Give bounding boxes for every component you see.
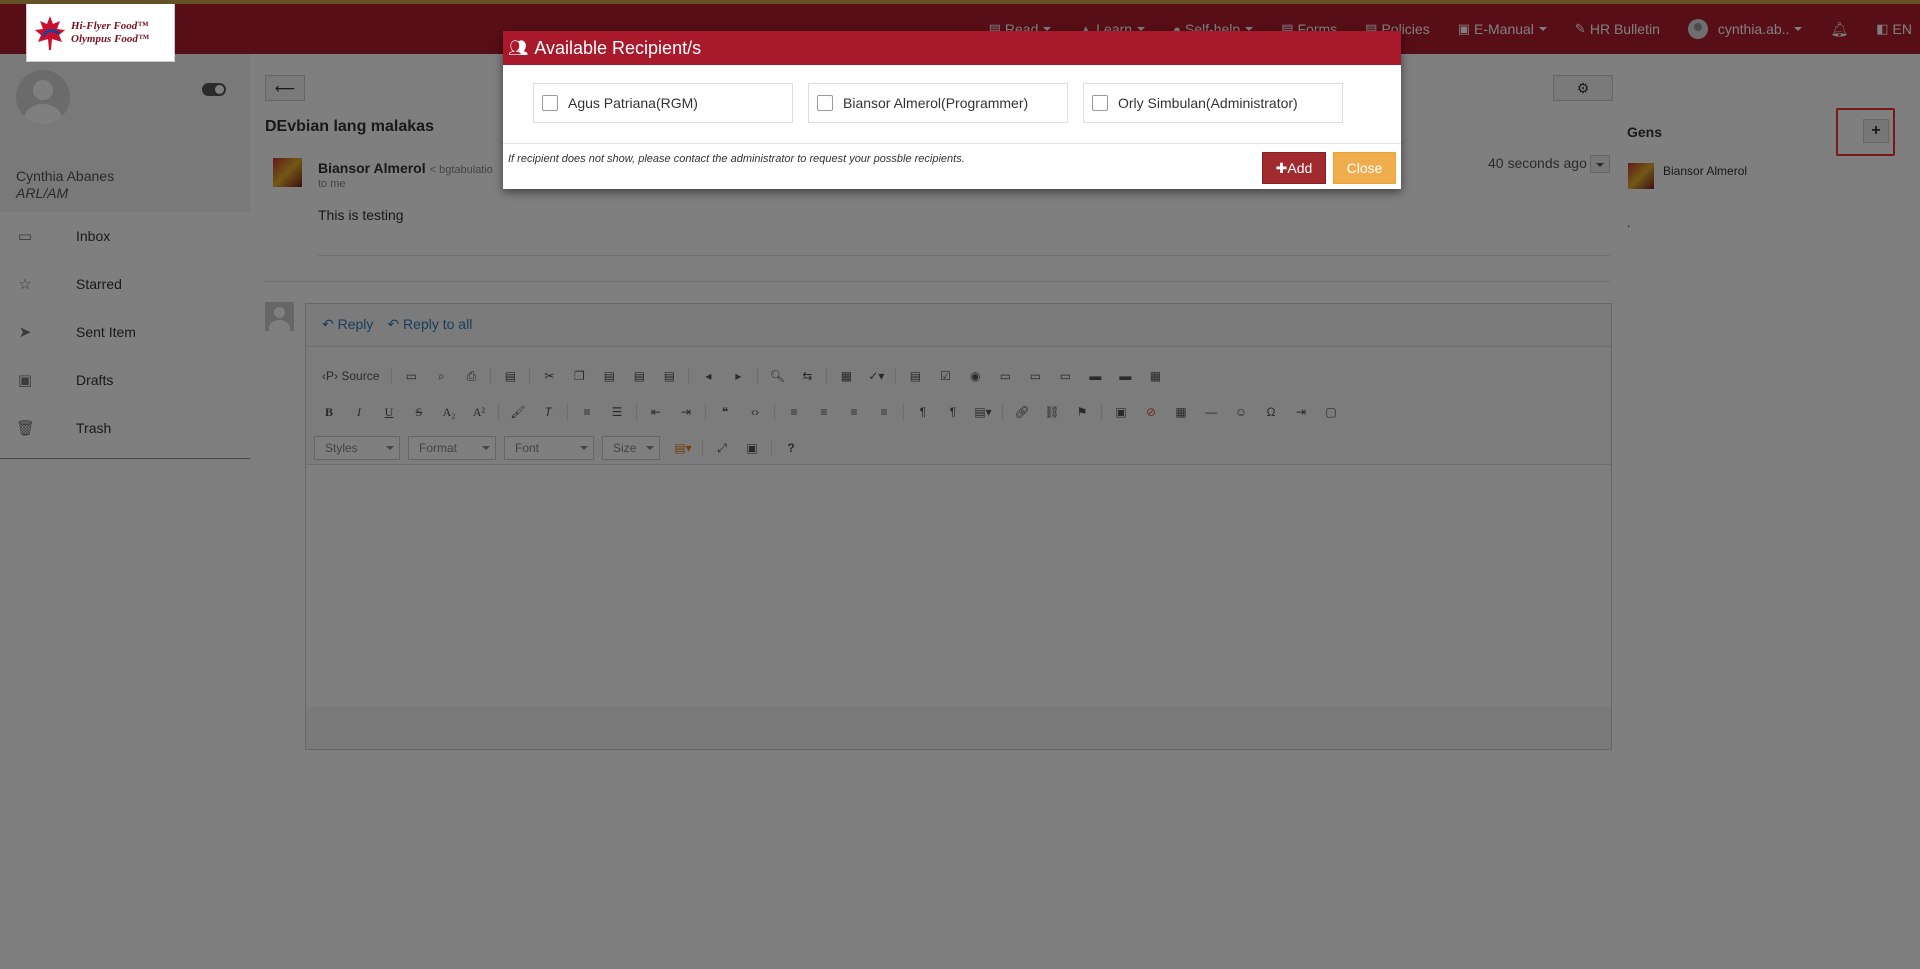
modal-header: 👥︎ Available Recipient/s — [503, 31, 1401, 65]
recipient-label: Biansor Almerol(Programmer) — [843, 95, 1029, 111]
recipient-list: Agus Patriana(RGM) Biansor Almerol(Progr… — [533, 83, 1343, 123]
brand-line-1: Hi-Flyer Food™ — [71, 19, 149, 32]
add-label: Add — [1287, 160, 1313, 176]
recipient-checkbox[interactable] — [542, 95, 558, 111]
recipients-modal: 👥︎ Available Recipient/s Agus Patriana(R… — [503, 31, 1401, 189]
brand-line-2: Olympus Food™ — [71, 32, 149, 45]
recipient-option[interactable]: Orly Simbulan(Administrator) — [1083, 83, 1343, 123]
users-icon: 👥︎ — [508, 40, 529, 57]
modal-note: If recipient does not show, please conta… — [508, 153, 965, 165]
divider — [503, 143, 1401, 144]
add-button[interactable]: ✚Add — [1262, 152, 1326, 184]
recipient-checkbox[interactable] — [817, 95, 833, 111]
recipient-option[interactable]: Agus Patriana(RGM) — [533, 83, 793, 123]
recipient-checkbox[interactable] — [1092, 95, 1108, 111]
recipient-label: Orly Simbulan(Administrator) — [1118, 95, 1298, 111]
recipient-label: Agus Patriana(RGM) — [568, 95, 698, 111]
company-logo[interactable]: Hi-Flyer Food™ Olympus Food™ — [26, 4, 175, 62]
plus-icon: ✚ — [1275, 160, 1288, 176]
recipient-option[interactable]: Biansor Almerol(Programmer) — [808, 83, 1068, 123]
close-button[interactable]: Close — [1333, 152, 1396, 184]
maple-leaf-icon — [33, 14, 67, 52]
modal-title: Available Recipient/s — [534, 37, 702, 58]
